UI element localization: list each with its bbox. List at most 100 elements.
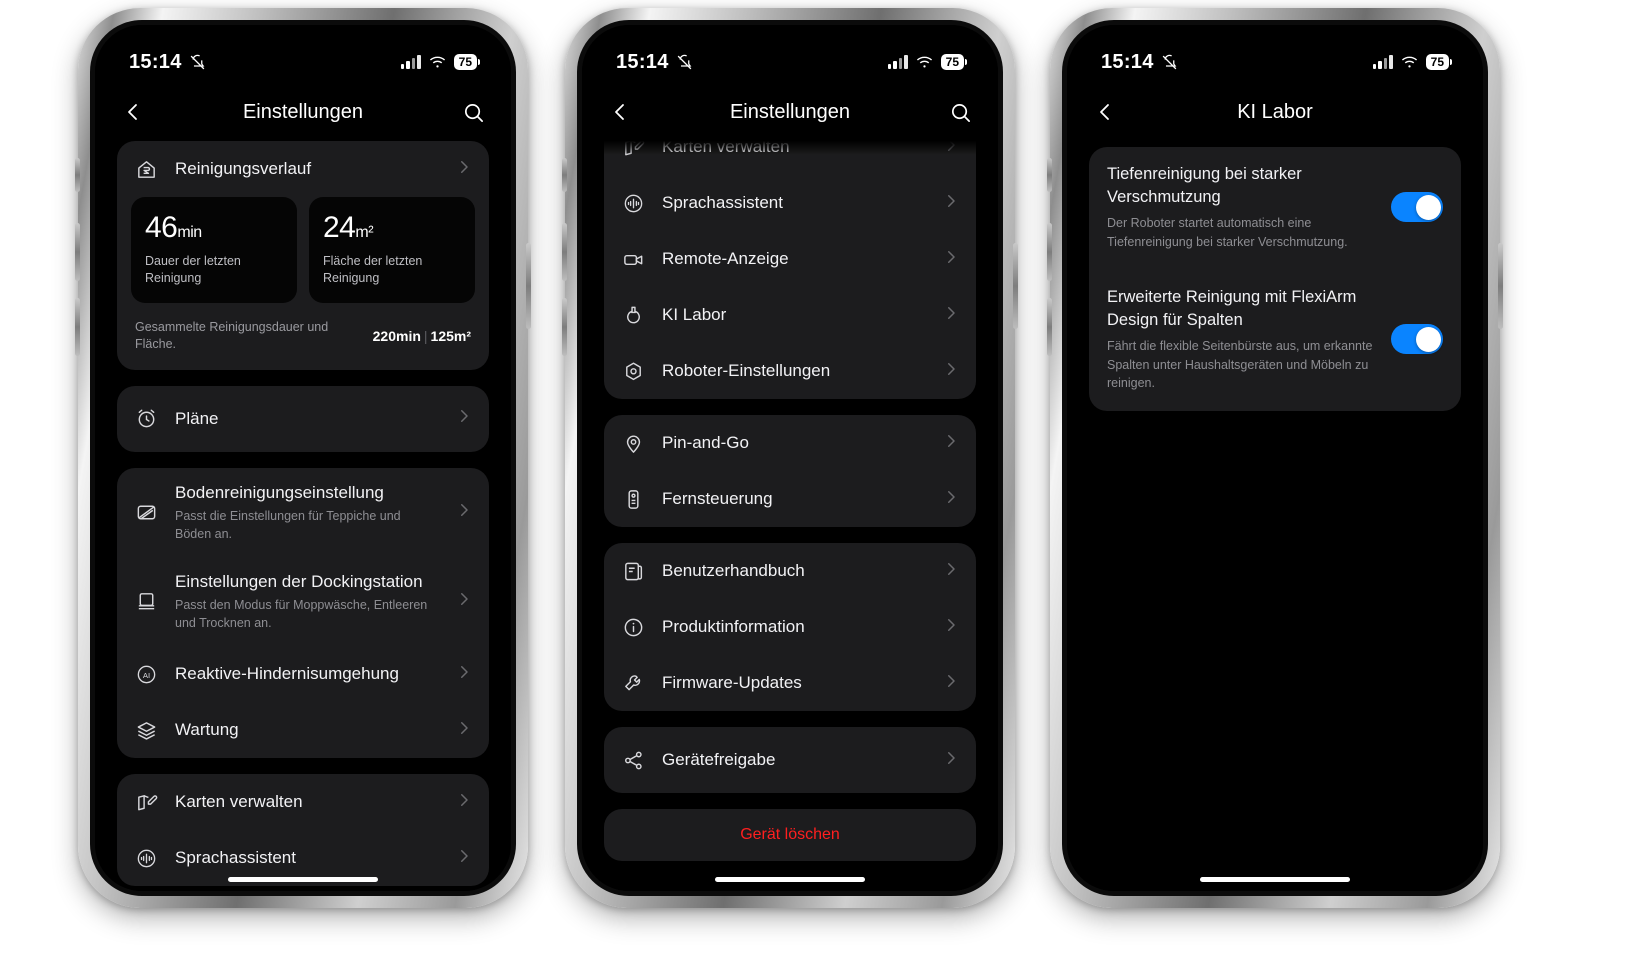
sharing-card: Gerätefreigabe — [604, 727, 976, 793]
nav-bar: Einstellungen — [95, 83, 511, 141]
screenshot-stage: 15:14 75 Einstellungen Reinigungsverlauf… — [0, 0, 1630, 980]
page-title: Einstellungen — [242, 100, 364, 123]
volume-up-hardware[interactable] — [75, 223, 80, 281]
row-benutzerhandbuch[interactable]: Benutzerhandbuch — [604, 543, 976, 599]
phone-3-screen: 15:14 75 KI Labor Tiefenreinigung bei st… — [1067, 25, 1483, 891]
chevron-right-icon — [455, 719, 473, 742]
chevron-right-icon — [942, 749, 960, 772]
volume-down-hardware[interactable] — [562, 298, 567, 356]
row-label: Pläne — [175, 408, 219, 428]
volume-down-hardware[interactable] — [75, 298, 80, 356]
status-time: 15:14 — [129, 50, 182, 73]
page-title: Einstellungen — [729, 100, 851, 123]
battery-indicator: 75 — [940, 54, 968, 70]
row-produktinformation[interactable]: Produktinformation — [604, 599, 976, 655]
row-reinigungsverlauf[interactable]: Reinigungsverlauf — [117, 141, 489, 197]
row-label: Einstellungen der Dockingstation — [175, 572, 423, 592]
wifi-icon — [1401, 56, 1417, 68]
settings-scroll-area[interactable]: Reinigungsverlauf 46min Dauer der letzte… — [95, 141, 511, 891]
row-firmware-updates[interactable]: Firmware-Updates — [604, 655, 976, 711]
map-edit-icon — [133, 789, 159, 815]
share-icon — [620, 747, 646, 773]
map-pin-icon — [620, 430, 646, 456]
power-button-hardware[interactable] — [1013, 243, 1018, 329]
chevron-right-icon — [455, 407, 473, 430]
bell-slash-icon — [677, 54, 692, 69]
power-button-hardware[interactable] — [1498, 243, 1503, 329]
back-chevron-icon[interactable] — [1093, 100, 1117, 124]
row-wartung[interactable]: Wartung — [117, 702, 489, 758]
total-summary-row: Gesammelte Reinigungsdauer und Fläche. 2… — [117, 307, 489, 370]
toggle-tiefenreinigung[interactable] — [1391, 192, 1443, 223]
row-pin-and-go[interactable]: Pin-and-Go — [604, 415, 976, 471]
search-icon[interactable] — [462, 101, 485, 124]
home-indicator[interactable] — [1200, 877, 1350, 882]
row-dockingstation[interactable]: Einstellungen der Dockingstation Passt d… — [117, 557, 489, 646]
control-card: Pin-and-Go Fernsteuerung — [604, 415, 976, 527]
row-geraetefreigabe[interactable]: Gerätefreigabe — [604, 727, 976, 793]
chevron-right-icon — [942, 192, 960, 215]
row-label: Fernsteuerung — [662, 488, 773, 508]
back-chevron-icon[interactable] — [121, 100, 145, 124]
row-karten-verwalten[interactable]: Karten verwalten — [117, 774, 489, 830]
phone-3-frame: 15:14 75 KI Labor Tiefenreinigung bei st… — [1047, 8, 1503, 908]
back-chevron-icon[interactable] — [608, 100, 632, 124]
phone-2-frame: 15:14 75 Einstellungen Karten verwalten … — [562, 8, 1018, 908]
search-icon[interactable] — [949, 101, 972, 124]
mute-switch-hardware[interactable] — [562, 158, 567, 192]
volume-down-hardware[interactable] — [1047, 298, 1052, 356]
chevron-right-icon — [455, 791, 473, 814]
cellular-bars-icon — [400, 55, 421, 69]
chevron-right-icon — [942, 360, 960, 383]
toggle-knob — [1415, 194, 1441, 220]
row-label: Pin-and-Go — [662, 432, 749, 452]
row-sublabel: Passt den Modus für Moppwäsche, Entleere… — [175, 598, 428, 631]
row-bodenreinigungseinstellung[interactable]: Bodenreinigungseinstellung Passt die Ein… — [117, 468, 489, 557]
row-ki-labor[interactable]: KI Labor — [604, 287, 976, 343]
row-label: Reaktive-Hindernisumgehung — [175, 664, 399, 684]
manual-book-icon — [620, 558, 646, 584]
chevron-right-icon — [455, 847, 473, 870]
wifi-icon — [916, 56, 932, 68]
stat-card-duration: 46min Dauer der letzten Reinigung — [131, 197, 297, 303]
row-roboter-einstellungen[interactable]: Roboter-Einstellungen — [604, 343, 976, 399]
stat-cards: 46min Dauer der letzten Reinigung 24m² F… — [117, 197, 489, 307]
mute-switch-hardware[interactable] — [75, 158, 80, 192]
ki-labor-scroll-area[interactable]: Tiefenreinigung bei starker Verschmutzun… — [1067, 141, 1483, 891]
row-remote-anzeige[interactable]: Remote-Anzeige — [604, 231, 976, 287]
power-button-hardware[interactable] — [526, 243, 531, 329]
stat-unit: min — [177, 224, 202, 241]
row-label: Karten verwalten — [662, 141, 790, 156]
volume-up-hardware[interactable] — [1047, 223, 1052, 281]
robot-gear-icon — [620, 358, 646, 384]
row-sprachassistent[interactable]: Sprachassistent — [604, 175, 976, 231]
page-title: KI Labor — [1237, 100, 1313, 123]
row-label: Firmware-Updates — [662, 672, 802, 692]
chevron-right-icon — [942, 616, 960, 639]
chevron-right-icon — [942, 672, 960, 695]
row-plaene[interactable]: Pläne — [117, 386, 489, 452]
row-karten-verwalten[interactable]: Karten verwalten — [604, 141, 976, 175]
wifi-icon — [429, 56, 445, 68]
row-reaktive-hindernisumgehung[interactable]: AI Reaktive-Hindernisumgehung — [117, 646, 489, 702]
mute-switch-hardware[interactable] — [1047, 158, 1052, 192]
home-indicator[interactable] — [228, 877, 378, 882]
toggle-flexiarm[interactable] — [1391, 324, 1443, 355]
status-bar: 15:14 75 — [582, 25, 998, 83]
total-area: 125m² — [430, 328, 471, 345]
toggle-row-tiefenreinigung: Tiefenreinigung bei starker Verschmutzun… — [1089, 147, 1461, 270]
toggle-row-flexiarm: Erweiterte Reinigung mit FlexiArm Design… — [1089, 270, 1461, 411]
maps-card: Karten verwalten Sprachassistent — [117, 774, 489, 887]
home-indicator[interactable] — [715, 877, 865, 882]
row-label: Bodenreinigungseinstellung — [175, 482, 384, 502]
toggle-title: Erweiterte Reinigung mit FlexiArm Design… — [1107, 287, 1357, 329]
wrench-icon — [620, 670, 646, 696]
delete-device-button[interactable]: Gerät löschen — [604, 809, 976, 861]
row-fernsteuerung[interactable]: Fernsteuerung — [604, 471, 976, 527]
settings-scroll-area[interactable]: Karten verwalten Sprachassistent Remote-… — [582, 141, 998, 891]
stat-label: Fläche der letzten Reinigung — [323, 254, 423, 285]
cellular-bars-icon — [887, 55, 908, 69]
volume-up-hardware[interactable] — [562, 223, 567, 281]
map-edit-icon — [620, 141, 646, 160]
battery-indicator: 75 — [1425, 54, 1453, 70]
